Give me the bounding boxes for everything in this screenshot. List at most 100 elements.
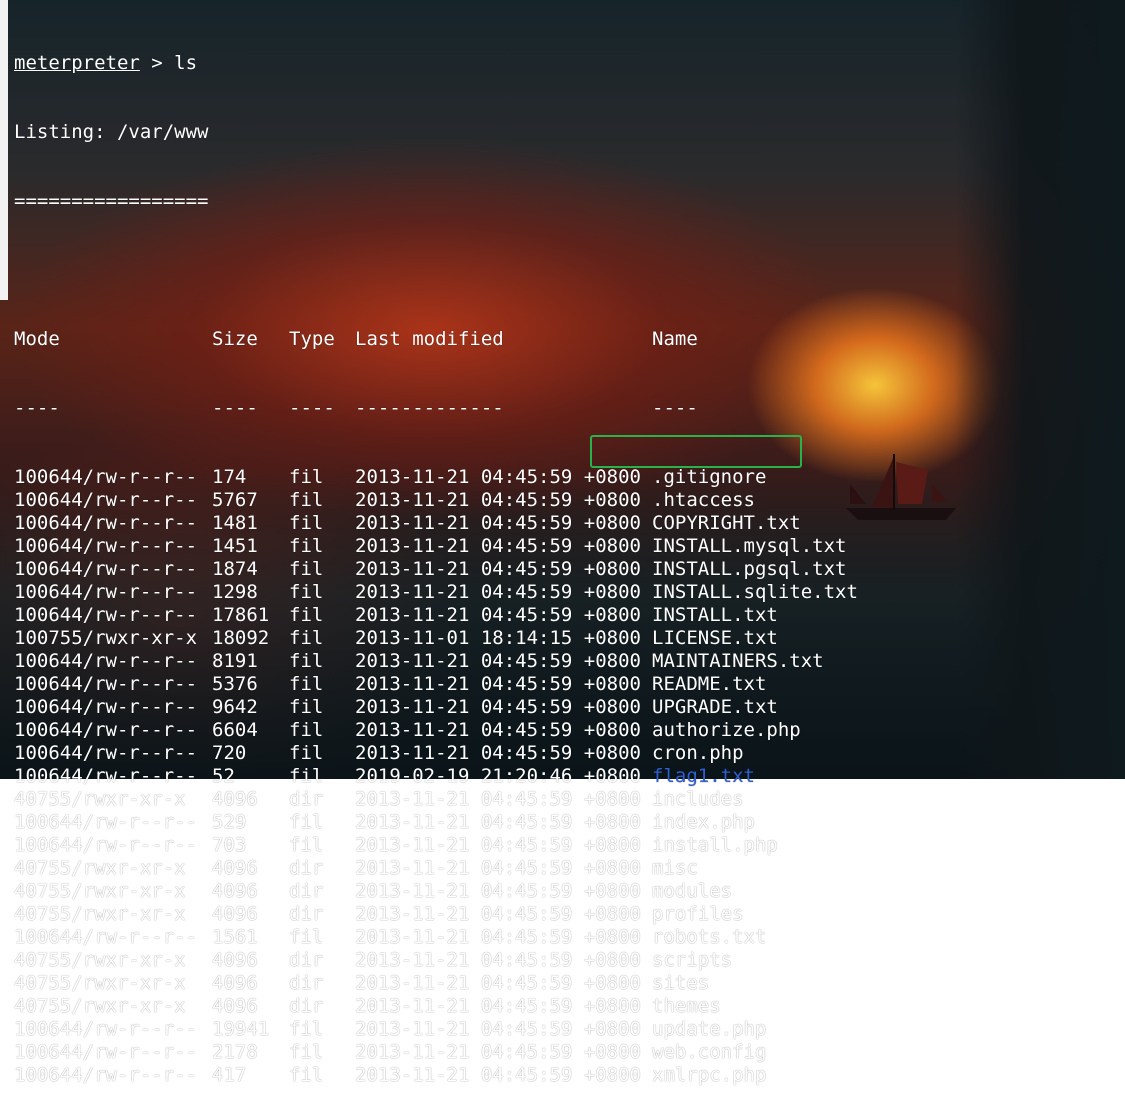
table-row: 100644/rw-r--r-- 720 fil 2013-11-21 04:45:5… xyxy=(14,742,858,765)
header-underline: ---- ---- ---- ------------- ---- xyxy=(14,397,858,420)
file-size: 1561 xyxy=(212,926,258,948)
underline-mode: ---- xyxy=(14,397,60,419)
file-modified: 2013-11-21 04:45:59 +0800 xyxy=(355,466,641,488)
file-size: 8191 xyxy=(212,650,258,672)
file-type: fil xyxy=(289,742,324,764)
file-modified: 2013-11-21 04:45:59 +0800 xyxy=(355,512,641,534)
file-name: LICENSE.txt xyxy=(652,627,778,649)
table-row: 100644/rw-r--r-- 1451 fil 2013-11-21 04:45:… xyxy=(14,535,858,558)
file-size: 529 xyxy=(212,811,247,833)
window-edge xyxy=(0,0,8,300)
file-name: README.txt xyxy=(652,673,767,695)
file-mode: 100644/rw-r--r-- xyxy=(14,742,198,764)
prompt-separator: > xyxy=(139,52,175,74)
file-type: dir xyxy=(289,857,324,879)
file-modified: 2013-11-21 04:45:59 +0800 xyxy=(355,489,641,511)
command: ls xyxy=(174,52,198,74)
file-type: fil xyxy=(289,811,324,833)
file-size: 720 xyxy=(212,742,247,764)
prompt: meterpreter xyxy=(14,52,140,74)
file-type: fil xyxy=(289,1018,324,1040)
file-type: fil xyxy=(289,581,324,603)
file-size: 9642 xyxy=(212,696,258,718)
file-modified: 2013-11-21 04:45:59 +0800 xyxy=(355,535,641,557)
table-row: 100644/rw-r--r-- 52 fil 2019-02-19 21:20:46… xyxy=(14,765,858,788)
file-size: 1298 xyxy=(212,581,258,603)
file-type: dir xyxy=(289,880,324,902)
file-modified: 2013-11-21 04:45:59 +0800 xyxy=(355,880,641,902)
file-name: profiles xyxy=(652,903,744,925)
file-type: dir xyxy=(289,788,324,810)
file-modified: 2013-11-21 04:45:59 +0800 xyxy=(355,949,641,971)
table-row: 40755/rwxr-xr-x 4096 dir 2013-11-21 04:45:5… xyxy=(14,788,858,811)
file-name: includes xyxy=(652,788,744,810)
file-type: dir xyxy=(289,903,324,925)
file-size: 703 xyxy=(212,834,247,856)
file-size: 417 xyxy=(212,1064,247,1086)
file-type: fil xyxy=(289,512,324,534)
header-size: Size xyxy=(212,328,258,350)
file-modified: 2013-11-21 04:45:59 +0800 xyxy=(355,926,641,948)
table-row: 100755/rwxr-xr-x 18092 fil 2013-11-01 18:14… xyxy=(14,627,858,650)
file-name: flag1.txt xyxy=(652,765,755,787)
file-mode: 100644/rw-r--r-- xyxy=(14,466,198,488)
file-mode: 40755/rwxr-xr-x xyxy=(14,880,186,902)
table-row: 100644/rw-r--r-- 19941 fil 2013-11-21 04:45… xyxy=(14,1018,858,1041)
file-size: 4096 xyxy=(212,995,258,1017)
listing-line: Listing: /var/www xyxy=(14,121,209,143)
terminal-output: meterpreter > ls Listing: /var/www =====… xyxy=(14,6,858,1110)
file-mode: 100644/rw-r--r-- xyxy=(14,558,198,580)
file-type: fil xyxy=(289,466,324,488)
table-row: 100644/rw-r--r-- 417 fil 2013-11-21 04:45:5… xyxy=(14,1064,858,1087)
table-row: 100644/rw-r--r-- 8191 fil 2013-11-21 04:45:… xyxy=(14,650,858,673)
file-modified: 2013-11-21 04:45:59 +0800 xyxy=(355,742,641,764)
file-mode: 100644/rw-r--r-- xyxy=(14,604,198,626)
file-name: INSTALL.mysql.txt xyxy=(652,535,847,557)
table-row: 40755/rwxr-xr-x 4096 dir 2013-11-21 04:45:5… xyxy=(14,903,858,926)
file-mode: 40755/rwxr-xr-x xyxy=(14,972,186,994)
file-size: 5376 xyxy=(212,673,258,695)
file-modified: 2013-11-21 04:45:59 +0800 xyxy=(355,719,641,741)
file-modified: 2013-11-21 04:45:59 +0800 xyxy=(355,673,641,695)
file-modified: 2013-11-21 04:45:59 +0800 xyxy=(355,558,641,580)
table-row: 100644/rw-r--r-- 1561 fil 2013-11-21 04:45:… xyxy=(14,926,858,949)
file-modified: 2013-11-21 04:45:59 +0800 xyxy=(355,696,641,718)
file-mode: 40755/rwxr-xr-x xyxy=(14,788,186,810)
header-mode: Mode xyxy=(14,328,60,350)
file-name: modules xyxy=(652,880,733,902)
file-type: fil xyxy=(289,719,324,741)
file-mode: 100644/rw-r--r-- xyxy=(14,719,198,741)
file-mode: 100644/rw-r--r-- xyxy=(14,696,198,718)
file-mode: 100644/rw-r--r-- xyxy=(14,1041,198,1063)
file-type: fil xyxy=(289,650,324,672)
table-row: 40755/rwxr-xr-x 4096 dir 2013-11-21 04:45:5… xyxy=(14,857,858,880)
table-row: 100644/rw-r--r-- 9642 fil 2013-11-21 04:45:… xyxy=(14,696,858,719)
file-size: 174 xyxy=(212,466,247,488)
file-size: 52 xyxy=(212,765,235,787)
table-row: 100644/rw-r--r-- 529 fil 2013-11-21 04:45:5… xyxy=(14,811,858,834)
file-size: 18092 xyxy=(212,627,270,649)
file-name: web.config xyxy=(652,1041,767,1063)
file-modified: 2013-11-21 04:45:59 +0800 xyxy=(355,995,641,1017)
file-modified: 2013-11-21 04:45:59 +0800 xyxy=(355,1041,641,1063)
file-mode: 40755/rwxr-xr-x xyxy=(14,857,186,879)
file-mode: 100644/rw-r--r-- xyxy=(14,811,198,833)
file-modified: 2013-11-21 04:45:59 +0800 xyxy=(355,811,641,833)
file-size: 4096 xyxy=(212,972,258,994)
file-mode: 100644/rw-r--r-- xyxy=(14,765,198,787)
file-name: index.php xyxy=(652,811,755,833)
file-size: 17861 xyxy=(212,604,270,626)
file-name: .gitignore xyxy=(652,466,767,488)
file-mode: 100755/rwxr-xr-x xyxy=(14,627,198,649)
file-size: 4096 xyxy=(212,880,258,902)
file-modified: 2013-11-21 04:45:59 +0800 xyxy=(355,604,641,626)
file-size: 4096 xyxy=(212,949,258,971)
underline-size: ---- xyxy=(212,397,258,419)
file-type: fil xyxy=(289,926,324,948)
separator-line: ================= xyxy=(14,190,209,212)
file-size: 1481 xyxy=(212,512,258,534)
table-row: 100644/rw-r--r-- 5376 fil 2013-11-21 04:45:… xyxy=(14,673,858,696)
header-name: Name xyxy=(652,328,698,350)
file-name: authorize.php xyxy=(652,719,801,741)
file-type: fil xyxy=(289,765,324,787)
